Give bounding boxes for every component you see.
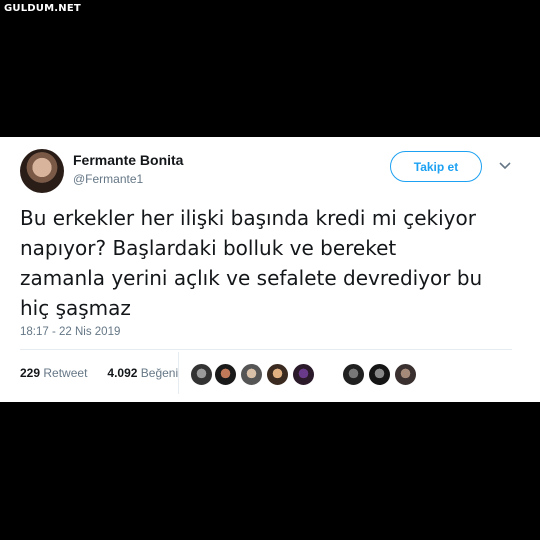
- tweet-stats: 229 Retweet 4.092 Beğeni: [20, 366, 178, 380]
- tweet-timestamp[interactable]: 18:17 - 22 Nis 2019: [20, 326, 120, 338]
- liker-avatar[interactable]: [214, 363, 237, 386]
- liker-avatar[interactable]: [368, 363, 391, 386]
- liker-avatar[interactable]: [292, 363, 315, 386]
- author-name[interactable]: Fermante Bonita: [73, 152, 183, 168]
- chevron-down-icon[interactable]: [497, 157, 513, 173]
- author-handle[interactable]: @Fermante1: [73, 172, 143, 186]
- stats-separator: [178, 352, 179, 394]
- site-watermark: GULDUM.NET: [4, 3, 81, 14]
- tweet-text-line: zamanla yerini açlık ve sefalete devredi…: [20, 266, 483, 290]
- tweet-card: Fermante Bonita @Fermante1 Takip et Bu e…: [0, 137, 540, 402]
- liker-avatar[interactable]: [342, 363, 365, 386]
- liker-avatar[interactable]: [240, 363, 263, 386]
- author-avatar[interactable]: [20, 149, 64, 193]
- tweet-text-line: hiç şaşmaz: [20, 296, 131, 320]
- tweet-text-line: napıyor? Başlardaki bolluk ve bereket: [20, 236, 397, 260]
- stats-divider: [20, 349, 512, 350]
- tweet-text: Bu erkekler her ilişki başında kredi mi …: [20, 203, 520, 323]
- like-label: Beğeni: [140, 366, 179, 380]
- liker-avatar[interactable]: [266, 363, 289, 386]
- retweet-label: Retweet: [43, 366, 88, 380]
- retweet-count: 229: [20, 366, 41, 380]
- like-count: 4.092: [107, 366, 138, 380]
- tweet-text-line: Bu erkekler her ilişki başında kredi mi …: [20, 206, 476, 230]
- liker-avatar[interactable]: [394, 363, 417, 386]
- liker-avatar[interactable]: [190, 363, 213, 386]
- retweet-stat[interactable]: 229 Retweet: [20, 366, 87, 380]
- follow-button[interactable]: Takip et: [390, 151, 482, 182]
- like-stat[interactable]: 4.092 Beğeni: [107, 366, 178, 380]
